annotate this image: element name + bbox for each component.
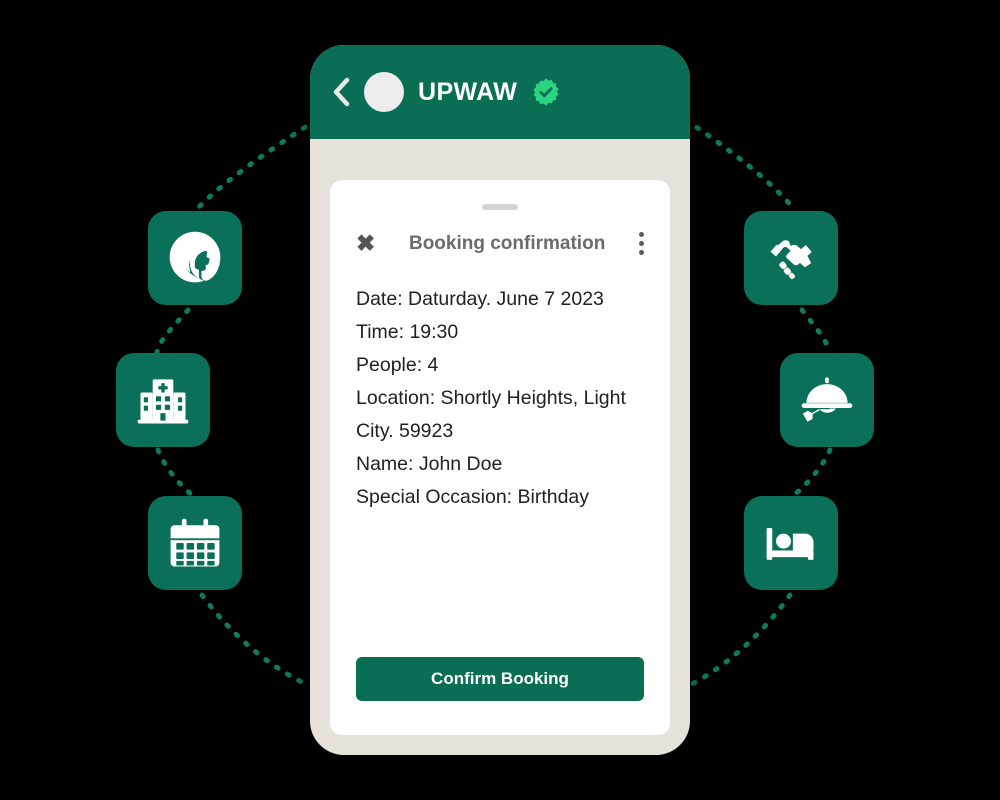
beauty-face-icon [165,228,225,288]
dot [639,232,644,237]
avatar[interactable] [364,72,404,112]
card-title: Booking confirmation [408,232,606,254]
booking-details-list: Date: Daturday. June 7 2023 Time: 19:30 … [330,255,670,657]
detail-location-city: City. 59923 [356,420,454,442]
connector-dining-to-hotel [791,447,833,498]
detail-time: Time: 19:30 [356,321,459,343]
tile-hospital[interactable] [116,353,210,447]
tile-calendar[interactable] [148,496,242,590]
connector-calendar-to-phone [199,592,313,689]
detail-people: People: 4 [356,354,439,376]
connector-hotel-to-phone [685,592,793,689]
more-options-icon[interactable] [639,232,644,255]
hospital-icon [133,370,193,430]
detail-special-occasion: Special Occasion: Birthday [356,486,590,508]
calendar-icon [165,513,225,573]
bed-icon [761,513,821,573]
app-brand-name: UPWAW [418,77,518,106]
phone-mockup: UPWAW ✖ Booking confirmation Date: Datur… [310,45,690,755]
handshake-icon [761,228,821,288]
tile-hotel[interactable] [744,496,838,590]
tile-dining[interactable] [780,353,874,447]
tile-partnership[interactable] [744,211,838,305]
chevron-left-icon[interactable] [332,77,350,107]
booking-confirmation-card: ✖ Booking confirmation Date: Daturday. J… [330,180,670,735]
dot [639,241,644,246]
detail-name: Name: John Doe [356,453,503,475]
verified-badge-icon [533,78,559,106]
app-header: UPWAW [310,45,690,139]
confirm-booking-button[interactable]: Confirm Booking [356,657,644,701]
detail-date: Date: Daturday. June 7 2023 [356,288,604,310]
room-service-icon [797,370,857,430]
connector-handshake-to-dining [799,307,833,355]
tile-beauty-salon[interactable] [148,211,242,305]
detail-location: Location: Shortly Heights, Light [356,387,626,409]
connector-beauty-to-hospital [154,307,191,355]
card-footer: Confirm Booking [330,657,670,735]
connector-phone-to-beauty [195,117,319,211]
illustration-canvas: UPWAW ✖ Booking confirmation Date: Datur… [0,0,1000,800]
connector-hospital-to-calendar [155,447,195,498]
connector-phone-to-handshake [683,117,796,211]
close-icon[interactable]: ✖ [356,232,375,255]
card-header: ✖ Booking confirmation [330,210,670,255]
